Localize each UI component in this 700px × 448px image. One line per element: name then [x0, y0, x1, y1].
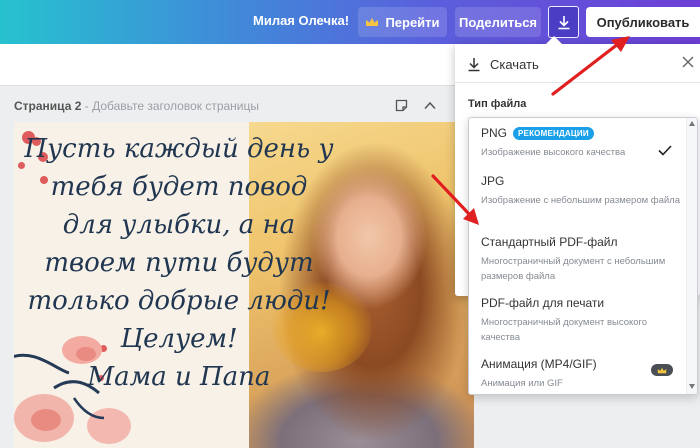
recommended-badge: РЕКОМЕНДАЦИИ: [513, 126, 594, 140]
crown-icon: [366, 18, 379, 26]
option-name: Стандартный PDF-файл: [481, 235, 618, 249]
filetype-option-pdf-standard[interactable]: Стандартный PDF-файл Многостраничный док…: [469, 235, 685, 284]
scroll-down-icon[interactable]: [689, 384, 695, 389]
option-description: Многостраничный документ высокого качест…: [481, 317, 648, 343]
user-greeting: Милая Олечка!: [253, 13, 350, 28]
option-name: Анимация (MP4/GIF): [481, 357, 597, 371]
poem-line: Пусть каждый день у: [24, 134, 334, 164]
crown-icon: [657, 367, 667, 373]
poem-line: только добрые люди!: [27, 286, 331, 316]
option-name: PNG: [481, 126, 508, 140]
poem-line: Целуем!: [120, 324, 238, 354]
scroll-up-icon[interactable]: [689, 121, 695, 126]
share-button-label: Поделиться: [458, 14, 538, 30]
panel-title: Скачать: [490, 56, 539, 72]
checkmark-icon: [658, 145, 672, 156]
upgrade-button-label: Перейти: [385, 14, 440, 30]
filetype-option-jpg[interactable]: JPG Изображение с небольшим размером фай…: [469, 174, 685, 208]
note-icon[interactable]: [395, 99, 408, 112]
option-description: Изображение высокого качества: [481, 147, 626, 158]
page-header: Страница 2 - Добавьте заголовок страницы: [14, 99, 259, 113]
poem-line: твоем пути будут: [44, 248, 314, 278]
filetype-option-pdf-print[interactable]: PDF-файл для печати Многостраничный доку…: [469, 296, 685, 345]
download-button[interactable]: [548, 6, 579, 38]
publish-button[interactable]: Опубликовать: [586, 7, 700, 37]
pro-badge: [651, 364, 673, 376]
share-button[interactable]: Поделиться: [455, 7, 541, 37]
download-icon: [468, 57, 480, 71]
page-number: Страница 2: [14, 99, 82, 113]
page-separator: -: [81, 99, 93, 113]
panel-pointer: [545, 36, 563, 45]
chevron-up-icon[interactable]: [424, 101, 436, 110]
download-icon: [558, 15, 569, 29]
panel-header: Скачать: [467, 54, 539, 74]
page-title-input[interactable]: Добавьте заголовок страницы: [92, 99, 259, 113]
poem-line: тебя будет повод: [50, 172, 308, 202]
scrollbar[interactable]: [686, 118, 697, 394]
filetype-label: Тип файла: [468, 98, 527, 110]
panel-divider: [455, 82, 700, 83]
greeting-poem[interactable]: Пусть каждый день у тебя будет повод для…: [14, 130, 344, 396]
close-icon[interactable]: [682, 56, 694, 68]
filetype-dropdown[interactable]: PNG РЕКОМЕНДАЦИИ Изображение высокого ка…: [468, 117, 698, 395]
publish-button-label: Опубликовать: [596, 14, 690, 30]
poem-line: Мама и Папа: [87, 362, 271, 392]
option-name: PDF-файл для печати: [481, 296, 605, 310]
filetype-option-png[interactable]: PNG РЕКОМЕНДАЦИИ Изображение высокого ка…: [469, 126, 685, 160]
option-description: Многостраничный документ с небольшим раз…: [481, 256, 666, 282]
option-description: Изображение с небольшим размером файла: [481, 195, 681, 206]
upgrade-button[interactable]: Перейти: [358, 7, 447, 37]
option-description: Анимация или GIF: [481, 378, 563, 389]
poem-line: для улыбки, а на: [62, 210, 296, 240]
option-name: JPG: [481, 174, 505, 188]
